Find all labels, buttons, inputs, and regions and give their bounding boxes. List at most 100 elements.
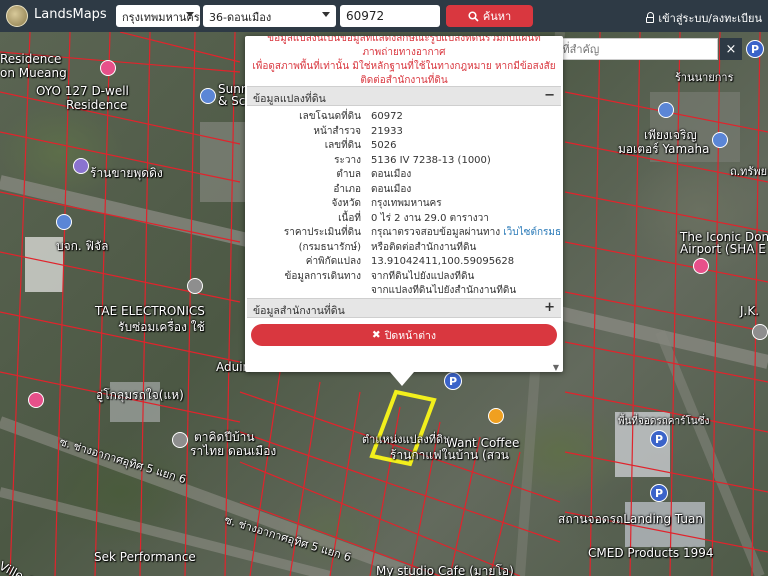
map-label: มอเตอร์ Yamaha (618, 142, 710, 156)
table-row: ค่าพิกัดแปลง 13.91042411,100.59095628 (247, 255, 561, 270)
field-value: หรือติดต่อสำนักงานที่ดิน (371, 241, 477, 253)
table-row: จากแปลงที่ดินไปยังสำนักงานที่ดิน (247, 284, 561, 299)
expand-icon[interactable]: + (544, 300, 555, 315)
field-label: ค่าพิกัดแปลง (305, 256, 361, 267)
province-select[interactable]: กรุงเทพมหานคร (116, 5, 200, 27)
map-label: & Sc (218, 94, 246, 108)
field-value: ดอนเมือง (371, 169, 412, 180)
map-label: ร้านนายการ (675, 71, 734, 84)
app-brand[interactable]: LandsMaps (34, 7, 107, 22)
map-label: ร้านกาแฟในบ้าน (สวน (390, 448, 510, 462)
field-label: เนื้อที่ (338, 212, 361, 224)
directions-to-parcel-link[interactable]: จากที่ดินไปยังแปลงที่ดิน (367, 270, 561, 285)
map-label: Residence (66, 98, 128, 112)
map-pin-icon[interactable] (56, 214, 72, 230)
section-title: ข้อมูลสำนักงานที่ดิน (253, 305, 345, 317)
field-label: เลขที่ดิน (324, 140, 361, 151)
table-row: ตำบล ดอนเมือง (247, 168, 561, 183)
chevron-down-icon (186, 12, 194, 17)
map-label: Sek Performance (94, 550, 196, 564)
map-label: Airport (SHA E (680, 242, 766, 256)
field-value: กรุณาตรวจสอบข้อมูลผ่านทาง เว็บไซต์กรมธนา… (367, 226, 561, 241)
map-pin-icon[interactable] (752, 324, 768, 340)
field-label: ราคาประเมินที่ดิน (283, 227, 361, 238)
appraisal-text: กรุณาตรวจสอบข้อมูลผ่านทาง (371, 227, 501, 238)
notice-line: ข้อมูลแปลงนี้เป็นข้อมูลที่แสดงลักษณะรูปแ… (267, 36, 541, 58)
map-pin-icon[interactable] (172, 432, 188, 448)
map-pin-icon[interactable] (200, 88, 216, 104)
notice-line: เพื่อดูสภาพพื้นที่เท่านั้น มิใช่หลักฐานท… (252, 61, 556, 72)
search-icon (468, 10, 479, 22)
field-label: ข้อมูลการเดินทาง (284, 270, 361, 282)
map-pin-icon[interactable] (187, 278, 203, 294)
close-window-label: ปิดหน้าต่าง (384, 329, 437, 342)
field-label: ตำบล (336, 169, 361, 180)
field-label: (กรมธนารักษ์) (298, 241, 361, 253)
map-label: J.K. (740, 304, 760, 318)
map-pin-icon[interactable] (658, 102, 674, 118)
table-row: อำเภอ ดอนเมือง (247, 183, 561, 198)
field-value: 0 ไร่ 2 งาน 29.0 ตารางวา (371, 212, 489, 224)
top-navigation-bar: LandsMaps กรุงเทพมหานคร 36-ดอนเมือง ค้นห… (0, 0, 768, 32)
map-pin-icon[interactable] (100, 60, 116, 76)
disclaimer-notice: ข้อมูลแปลงนี้เป็นข้อมูลที่แสดงลักษณะรูปแ… (245, 36, 563, 88)
parking-icon[interactable]: P (444, 372, 462, 390)
map-label: ถ.ทรัพย (730, 165, 768, 178)
field-value: 5136 IV 7238-13 (1000) (371, 154, 491, 166)
map-label: My studio Cafe (มายโอ) (376, 564, 514, 576)
map-label: ราไทย ดอนเมือง (190, 444, 277, 458)
field-value: 5026 (371, 140, 397, 151)
parcel-info-table: เลขโฉนดที่ดิน 60972 หน้าสำรวจ 21933 เลขที่… (247, 110, 561, 299)
table-row: เนื้อที่ 0 ไร่ 2 งาน 29.0 ตารางวา (247, 212, 561, 227)
table-row: เลขโฉนดที่ดิน 60972 (247, 110, 561, 125)
close-icon: ✖ (371, 329, 381, 341)
table-row: ข้อมูลการเดินทาง จากที่ดินไปยังแปลงที่ดิน (247, 270, 561, 285)
map-pin-icon[interactable] (73, 158, 89, 174)
parking-icon[interactable]: P (650, 484, 668, 502)
map-label: รับซ่อมเครื่อง ใช้ (118, 320, 205, 334)
parking-icon[interactable]: P (746, 40, 764, 58)
landsmaps-logo[interactable] (6, 5, 28, 27)
close-window-button[interactable]: ✖ ปิดหน้าต่าง (251, 324, 557, 346)
search-button[interactable]: ค้นหา (446, 5, 533, 27)
map-label: ร้านขายพุดดิง (90, 166, 163, 180)
map-pin-icon[interactable] (693, 258, 709, 274)
login-label: เข้าสู่ระบบ/ลงทะเบียน (658, 12, 762, 25)
coordinates-link[interactable]: 13.91042411,100.59095628 (367, 255, 561, 270)
treasury-website-link[interactable]: เว็บไซต์กรมธนารักษ์ (503, 227, 561, 238)
map-label: TAE ELECTRONICS (95, 304, 205, 318)
field-label: อำเภอ (333, 183, 361, 195)
map-label: OYO 127 D-well (36, 84, 129, 98)
map-label: บจก. ฟิจัล (56, 239, 109, 253)
directions-to-office-link[interactable]: จากแปลงที่ดินไปยังสำนักงานที่ดิน (367, 284, 561, 299)
chevron-down-icon (322, 12, 330, 17)
field-label: จังหวัด (331, 198, 361, 209)
close-icon[interactable]: × (720, 38, 742, 60)
lock-icon (646, 12, 655, 23)
table-row: เลขที่ดิน 5026 (247, 139, 561, 154)
table-row: ระวาง 5136 IV 7238-13 (1000) (247, 154, 561, 169)
table-row: ราคาประเมินที่ดิน กรุณาตรวจสอบข้อมูลผ่านท… (247, 226, 561, 241)
land-office-section-header[interactable]: ข้อมูลสำนักงานที่ดิน + (247, 298, 561, 318)
collapse-icon[interactable]: − (544, 88, 555, 103)
field-value: ดอนเมือง (371, 183, 412, 195)
field-label (247, 284, 367, 299)
section-title: ข้อมูลแปลงที่ดิน (253, 93, 326, 105)
map-pin-icon[interactable] (28, 392, 44, 408)
field-label: ระวาง (334, 154, 361, 166)
coffee-pin-icon[interactable] (488, 408, 504, 424)
scroll-down-icon[interactable]: ▼ (553, 363, 559, 372)
parking-icon[interactable]: P (650, 430, 668, 448)
parcel-info-section-header[interactable]: ข้อมูลแปลงที่ดิน − (247, 86, 561, 106)
map-pin-icon[interactable] (712, 132, 728, 148)
district-select[interactable]: 36-ดอนเมือง (203, 5, 336, 27)
table-row: หน้าสำรวจ 21933 (247, 125, 561, 140)
map-label: พื้นที่จอดรถคาร์โนซึ่ง (618, 416, 710, 427)
field-label: หน้าสำรวจ (313, 125, 361, 137)
field-label: เลขโฉนดที่ดิน (299, 111, 361, 122)
map-label: สถานจอดรถLanding Tuan (558, 512, 703, 526)
login-link[interactable]: เข้าสู่ระบบ/ลงทะเบียน (646, 9, 762, 27)
parcel-info-popup: ข้อมูลแปลงนี้เป็นข้อมูลที่แสดงลักษณะรูปแ… (245, 36, 563, 372)
search-button-label: ค้นหา (482, 10, 512, 23)
parcel-number-input[interactable] (340, 5, 440, 27)
